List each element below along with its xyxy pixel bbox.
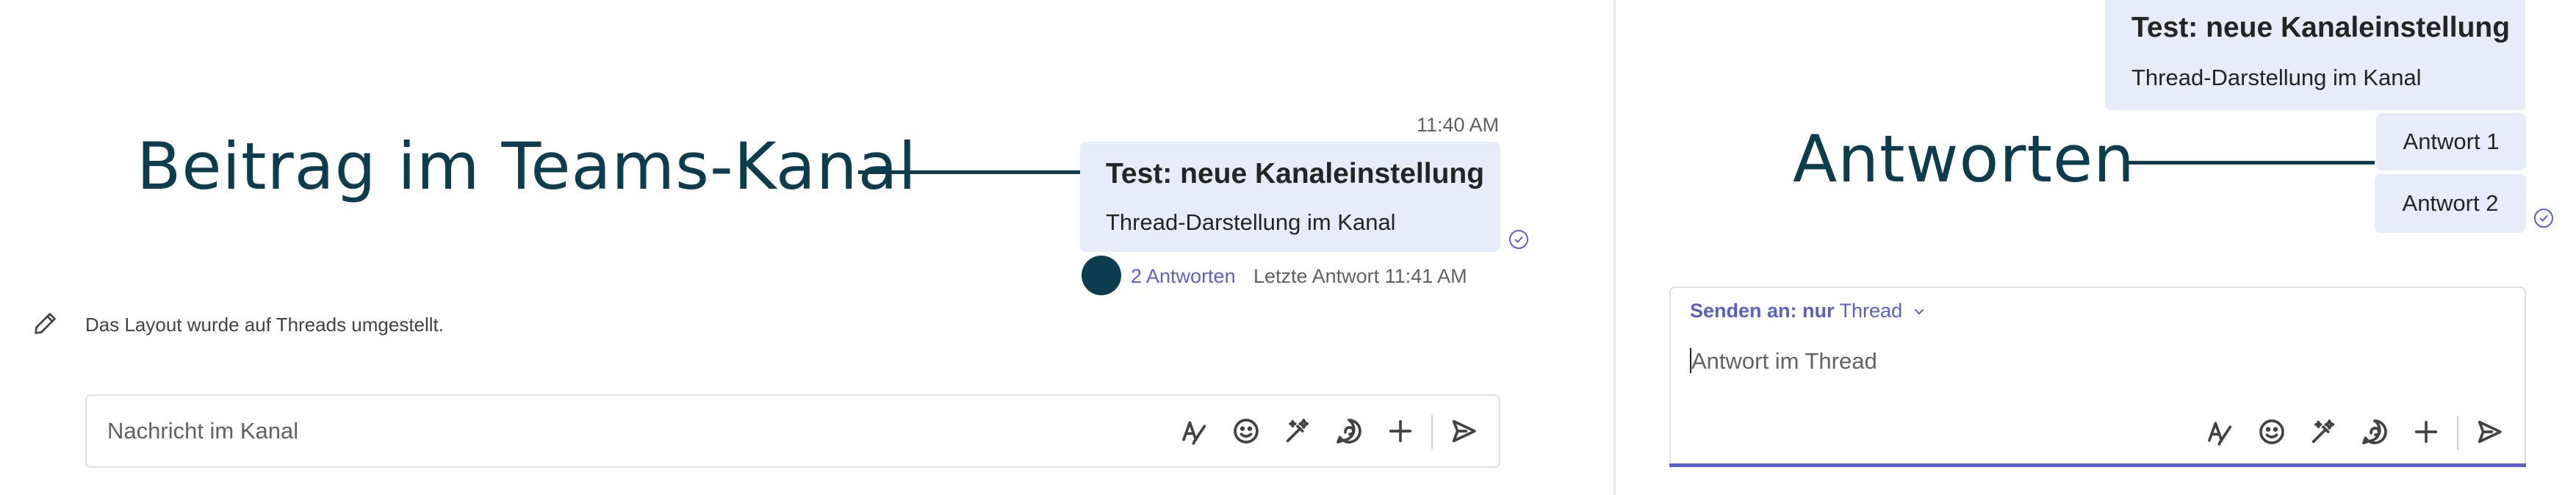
channel-message-composer[interactable]: Nachricht im Kanal (85, 394, 1500, 468)
toolbar-separator (2457, 416, 2458, 449)
composer-focus-underline (1669, 463, 2526, 467)
send-icon[interactable] (1447, 415, 1480, 447)
thread-reply-input[interactable]: Antwort im Thread (1691, 348, 1877, 375)
last-reply-info: Letzte Antwort 11:41 AM (1253, 265, 1467, 287)
post-title: Test: neue Kanaleinstellung (1106, 158, 1485, 189)
loop-icon[interactable] (1333, 415, 1365, 447)
emoji-icon[interactable] (2256, 416, 2288, 448)
loop-icon[interactable] (2359, 416, 2391, 448)
send-to-selector[interactable]: Senden an: nur Thread (1690, 300, 1926, 323)
chevron-down-icon (1913, 300, 1926, 323)
plus-icon[interactable] (2410, 416, 2442, 448)
send-icon[interactable] (2473, 416, 2505, 448)
replies-annotation: Antworten (1793, 121, 2135, 197)
format-icon[interactable] (2204, 416, 2237, 448)
read-check-icon (1509, 230, 1528, 249)
send-to-label: Senden an: nur (1690, 300, 1835, 322)
thread-reply-composer[interactable]: Senden an: nur Thread Antwort im Thread (1669, 286, 2526, 467)
channel-post-connector (858, 170, 1080, 174)
replies-link[interactable]: 2 Antworten (1131, 265, 1236, 288)
channel-post-bubble[interactable]: Test: neue Kanaleinstellung Thread-Darst… (1080, 142, 1500, 252)
read-check-icon (2534, 209, 2553, 228)
copilot-sparkle-icon[interactable] (1281, 415, 1314, 447)
pencil-icon (31, 308, 60, 338)
send-to-value: Thread (1839, 300, 1903, 322)
plus-icon[interactable] (1384, 415, 1417, 447)
post-timestamp: 11:40 AM (1417, 114, 1500, 136)
system-message: Das Layout wurde auf Threads umgestellt. (85, 314, 445, 336)
thread-post-bubble[interactable]: Test: neue Kanaleinstellung Thread-Darst… (2105, 0, 2525, 110)
avatar[interactable] (1082, 256, 1121, 295)
pane-divider (1613, 0, 1616, 495)
channel-message-input[interactable]: Nachricht im Kanal (107, 418, 298, 444)
reply-bubble-2[interactable]: Antwort 2 (2375, 174, 2526, 233)
copilot-sparkle-icon[interactable] (2307, 416, 2339, 448)
thread-post-title: Test: neue Kanaleinstellung (2131, 12, 2511, 43)
channel-post-annotation: Beitrag im Teams-Kanal (137, 129, 917, 204)
post-subtitle: Thread-Darstellung im Kanal (1106, 209, 1396, 235)
thread-post-subtitle: Thread-Darstellung im Kanal (2131, 65, 2422, 90)
toolbar-separator (1431, 415, 1433, 449)
emoji-icon[interactable] (1230, 415, 1262, 447)
format-icon[interactable] (1179, 415, 1211, 447)
reply-bubble-1[interactable]: Antwort 1 (2376, 113, 2526, 170)
replies-connector (2127, 161, 2375, 165)
